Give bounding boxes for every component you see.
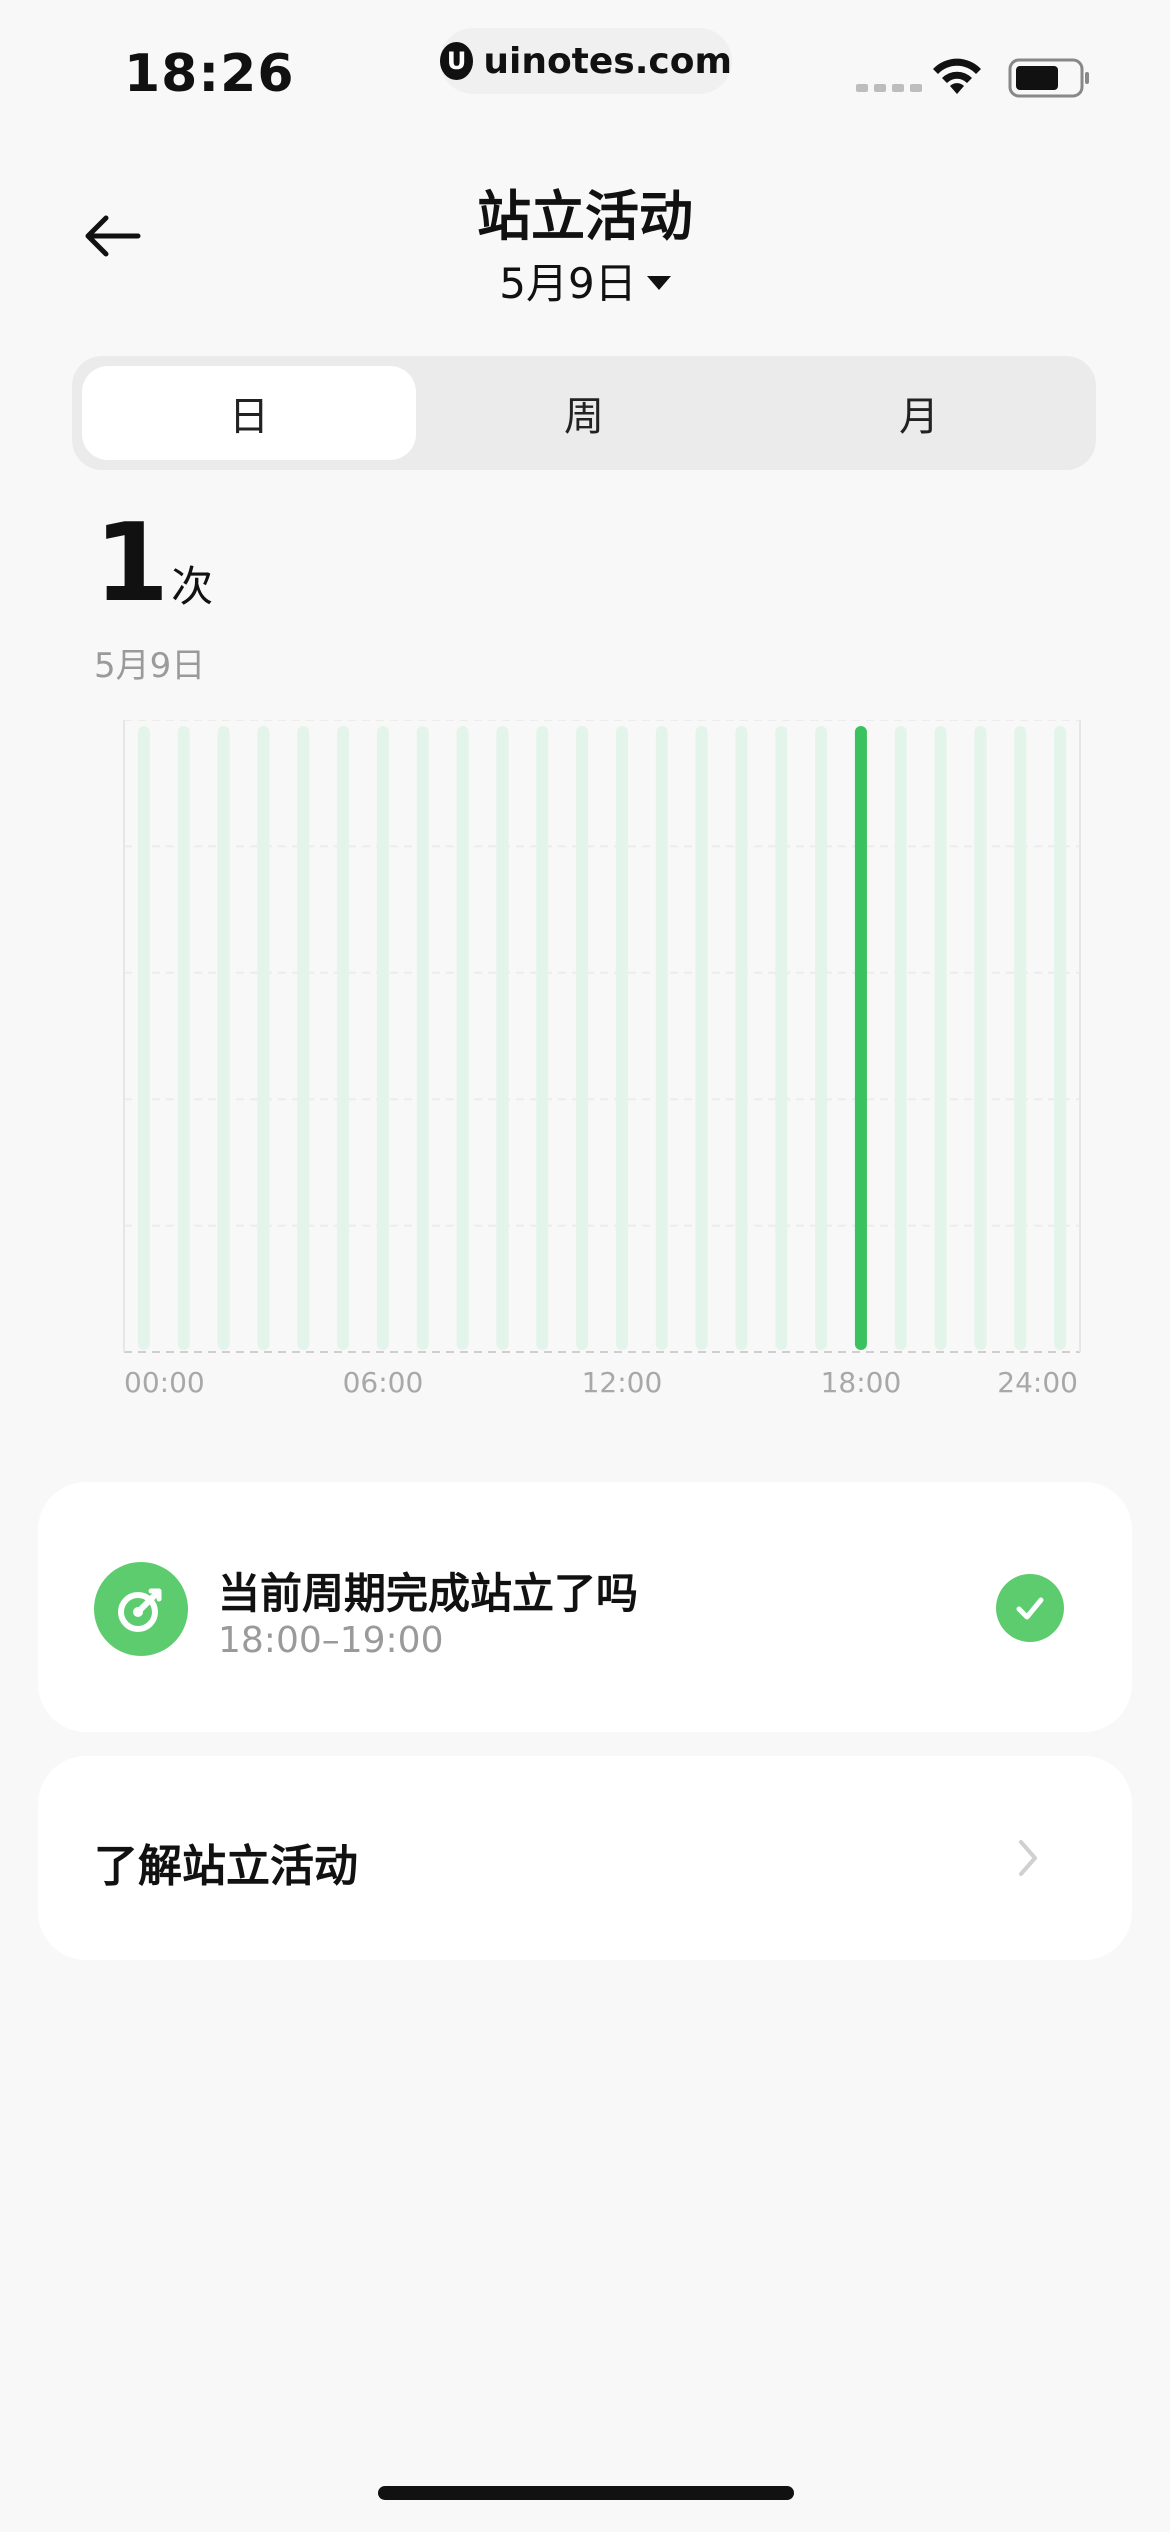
url-text: uinotes.com xyxy=(483,40,732,82)
period-tabs: 日 周 月 xyxy=(72,356,1096,470)
chart-bar-hour-13 xyxy=(655,726,668,1350)
chart-bar-hour-4 xyxy=(297,726,310,1350)
status-time: 18:26 xyxy=(124,44,295,104)
chart-x-tick-label: 06:00 xyxy=(343,1366,424,1399)
chart-bar-hour-1 xyxy=(177,726,190,1350)
tab-week[interactable]: 周 xyxy=(417,366,751,460)
chart-bar-hour-10 xyxy=(536,726,549,1350)
chart-bar-hour-0 xyxy=(137,726,150,1350)
chart-bar-hour-2 xyxy=(217,726,230,1350)
chart-bar-hour-5 xyxy=(337,726,350,1350)
hourly-stand-chart: 00:00 06:00 12:00 18:00 24:00 xyxy=(123,720,1081,1399)
caret-down-icon xyxy=(646,275,671,290)
chart-bar-hour-15 xyxy=(735,726,748,1350)
chart-bar-hour-7 xyxy=(416,726,429,1350)
battery-icon xyxy=(1008,58,1089,98)
chart-x-tick-label: 24:00 xyxy=(997,1366,1078,1399)
chevron-right-icon xyxy=(1019,1840,1037,1876)
summary-date: 5月9日 xyxy=(94,646,206,686)
home-indicator[interactable] xyxy=(378,2486,794,2500)
target-icon xyxy=(94,1562,188,1656)
chart-bar-hour-6 xyxy=(376,726,389,1350)
chart-bar-hour-8 xyxy=(456,726,469,1350)
chart-bar-hour-22 xyxy=(1014,726,1027,1350)
status-bar: 18:26 U uinotes.com xyxy=(0,0,1170,130)
url-pill[interactable]: U uinotes.com xyxy=(440,28,732,94)
wifi-icon xyxy=(933,58,981,94)
stand-status-card: 当前周期完成站立了吗 18:00–19:00 xyxy=(38,1482,1132,1732)
status-card-time-range: 18:00–19:00 xyxy=(218,1620,444,1661)
chart-bar-hour-18 xyxy=(854,726,867,1350)
chart-x-tick-label: 00:00 xyxy=(124,1366,205,1399)
check-icon xyxy=(996,1574,1064,1642)
chart-x-tick-label: 18:00 xyxy=(821,1366,902,1399)
chart-bar-hour-19 xyxy=(894,726,907,1350)
chart-bar-hour-20 xyxy=(934,726,947,1350)
chart-bar-hour-9 xyxy=(496,726,509,1350)
status-card-title: 当前周期完成站立了吗 xyxy=(218,1569,639,1618)
site-logo-icon: U xyxy=(440,42,474,80)
chart-bar-hour-21 xyxy=(974,726,987,1350)
stand-count-value: 1 xyxy=(94,501,170,626)
chart-bar-hour-16 xyxy=(775,726,788,1350)
cellular-signal-icon xyxy=(856,84,922,92)
tab-day[interactable]: 日 xyxy=(82,366,416,460)
chart-bar-hour-23 xyxy=(1054,726,1067,1350)
chart-bar-hour-3 xyxy=(257,726,270,1350)
chart-bar-hour-14 xyxy=(695,726,708,1350)
chart-bar-hour-17 xyxy=(815,726,828,1350)
date-selector[interactable]: 5月9日 xyxy=(0,250,1170,311)
chart-bar-hour-12 xyxy=(615,726,628,1350)
date-selector-label: 5月9日 xyxy=(499,259,637,308)
learn-stand-activity-row[interactable]: 了解站立活动 xyxy=(38,1756,1132,1960)
stand-count-unit: 次 xyxy=(171,562,214,611)
stand-count: 1 次 xyxy=(94,510,213,618)
learn-stand-activity-label: 了解站立活动 xyxy=(94,1841,358,1892)
tab-month[interactable]: 月 xyxy=(752,366,1086,460)
chart-x-tick-label: 12:00 xyxy=(582,1366,663,1399)
chart-bar-hour-11 xyxy=(576,726,589,1350)
page-title: 站立活动 xyxy=(477,185,693,248)
